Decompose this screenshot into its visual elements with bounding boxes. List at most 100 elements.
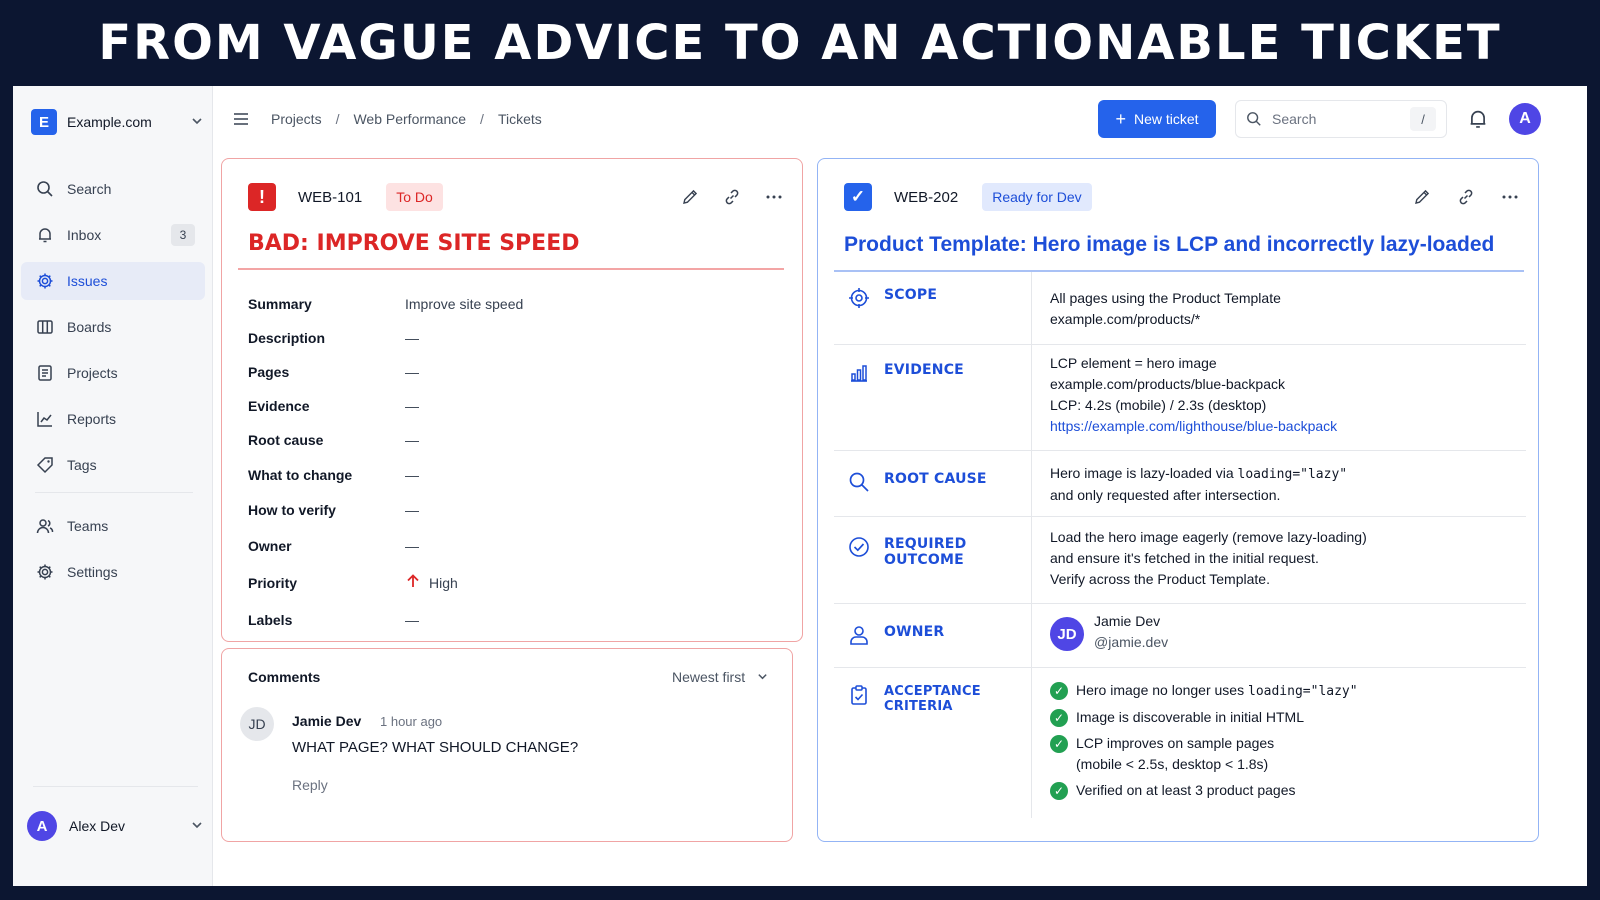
checkbox-icon[interactable]: ✓ [844,183,872,211]
sidebar-item-tags[interactable]: Tags [21,446,205,484]
more-icon[interactable] [764,187,784,207]
row-key: SCOPE [834,272,1032,344]
sidebar-item-boards[interactable]: Boards [21,308,205,346]
evidence-line: LCP element = hero image [1050,355,1217,371]
bell-icon[interactable] [1467,108,1489,130]
search-input[interactable]: Search / [1235,100,1447,138]
sidebar-divider [33,786,198,787]
status-badge[interactable]: To Do [386,183,443,211]
sidebar-item-label: Settings [67,564,118,580]
owner-info[interactable]: Jamie Dev @jamie.dev [1094,611,1168,653]
workspace-logo: E [31,109,57,135]
field-label: Priority [248,575,298,591]
empty-value[interactable]: — [405,538,419,554]
menu-icon[interactable] [231,109,251,129]
new-ticket-label: New ticket [1133,111,1199,127]
evidence-url: example.com/products/blue-backpack [1050,376,1286,392]
pencil-icon[interactable] [680,187,700,207]
pencil-icon[interactable] [1412,187,1432,207]
sidebar-item-issues[interactable]: Issues [21,262,205,300]
priority-value[interactable]: High [405,573,458,594]
link-icon[interactable] [722,187,742,207]
sidebar-item-reports[interactable]: Reports [21,400,205,438]
plus-icon: + [1115,108,1126,129]
lighthouse-report-link[interactable]: https://example.com/lighthouse/blue-back… [1050,416,1337,437]
user-menu[interactable]: A Alex Dev [27,810,203,842]
sidebar-item-teams[interactable]: Teams [21,507,205,545]
evidence-metrics: LCP: 4.2s (mobile) / 2.3s (desktop) [1050,397,1267,413]
arrow-up-icon [405,573,421,594]
bar-chart-icon [848,362,870,384]
comments-sort-dropdown[interactable]: Newest first [672,669,768,685]
empty-value[interactable]: — [405,432,419,448]
chevron-down-icon [191,819,203,834]
comments-panel: Comments Newest first JD Jamie Dev 1 hou… [221,648,793,842]
more-icon[interactable] [1500,187,1520,207]
field-label: Pages [248,364,290,380]
field-owner: Owner — [248,528,768,564]
breadcrumb-web-performance[interactable]: Web Performance [353,111,466,127]
breadcrumb-projects[interactable]: Projects [271,111,322,127]
sidebar-item-inbox[interactable]: Inbox 3 [21,216,205,254]
empty-value[interactable]: — [405,330,419,346]
check-icon: ✓ [1050,735,1068,753]
row-value: JD Jamie Dev @jamie.dev [1032,604,1168,667]
search-placeholder: Search [1272,111,1317,127]
chevron-down-icon [191,115,203,130]
avatar: A [27,811,57,841]
people-icon [35,516,55,536]
banner-title: FROM VAGUE ADVICE TO AN ACTIONABLE TICKE… [98,15,1502,71]
field-label: How to verify [248,502,336,518]
status-badge[interactable]: Ready for Dev [982,183,1092,211]
criteria-item: ✓ Verified on at least 3 product pages [1050,780,1358,801]
new-ticket-button[interactable]: + New ticket [1098,100,1216,138]
search-icon [1246,111,1262,127]
check-circle-icon [848,536,870,558]
empty-value[interactable]: — [405,612,419,628]
ticket-id[interactable]: WEB-101 [298,189,362,206]
sidebar-nav: Search Inbox 3 Issues Boards Projects Re… [21,170,205,599]
row-value: ✓ Hero image no longer uses loading="laz… [1032,668,1358,818]
field-label: Summary [248,296,312,312]
field-pages: Pages — [248,355,768,389]
topbar: Projects / Web Performance / Tickets + N… [213,86,1587,152]
row-key: REQUIRED OUTCOME [834,517,1032,603]
row-label: ROOT CAUSE [884,471,987,487]
link-icon[interactable] [1456,187,1476,207]
ticket-id[interactable]: WEB-202 [894,189,958,206]
sidebar-item-search[interactable]: Search [21,170,205,208]
root-cause-line: Hero image is lazy-loaded via loading="l… [1050,463,1347,485]
criteria-text: LCP improves on sample pages (mobile < 2… [1076,733,1274,775]
row-acceptance-criteria: ACCEPTANCE CRITERIA ✓ Hero image no long… [834,668,1526,818]
sidebar-item-label: Issues [67,273,108,289]
criteria-text: Verified on at least 3 product pages [1076,782,1296,798]
workspace-switcher[interactable]: E Example.com [31,106,203,138]
criteria-text-part: LCP improves on sample pages [1076,735,1275,751]
sidebar-item-label: Tags [67,457,97,473]
outcome-line: Verify across the Product Template. [1050,571,1270,587]
empty-value[interactable]: — [405,502,419,518]
empty-value[interactable]: — [405,364,419,380]
field-value[interactable]: Improve site speed [405,296,523,312]
root-cause-text: Hero image is lazy-loaded via [1050,465,1238,481]
sidebar: E Example.com Search Inbox 3 Issues Boar… [13,86,213,886]
sidebar-item-projects[interactable]: Projects [21,354,205,392]
empty-value[interactable]: — [405,398,419,414]
empty-value[interactable]: — [405,467,419,483]
code-snippet: loading="lazy" [1248,684,1358,699]
row-value: Hero image is lazy-loaded via loading="l… [1032,451,1347,516]
avatar[interactable]: A [1509,103,1541,135]
reply-link[interactable]: Reply [292,777,328,793]
breadcrumb-tickets[interactable]: Tickets [498,111,542,127]
field-evidence: Evidence — [248,389,768,423]
comment-author: Jamie Dev [292,713,362,729]
bad-ticket-card: ! WEB-101 To Do BAD: IMPROVE SITE SPEED … [221,158,803,642]
comments-title: Comments [248,669,321,685]
good-ticket-card: ✓ WEB-202 Ready for Dev Product Template… [817,158,1539,842]
search-shortcut-key: / [1410,107,1436,131]
title-banner: FROM VAGUE ADVICE TO AN ACTIONABLE TICKE… [0,0,1600,86]
sidebar-item-settings[interactable]: Settings [21,553,205,591]
criteria-item: ✓ Image is discoverable in initial HTML [1050,707,1358,728]
sidebar-item-label: Boards [67,319,112,335]
criteria-text-part: Hero image no longer uses [1076,682,1248,698]
